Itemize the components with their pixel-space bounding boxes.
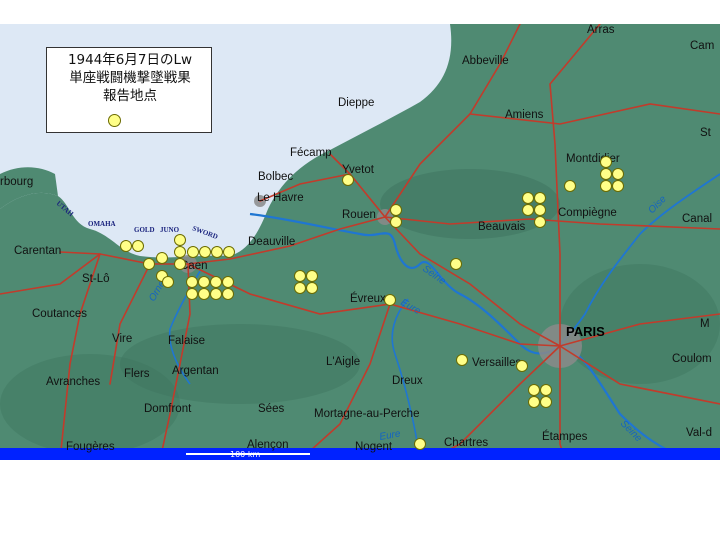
label-meaux: M xyxy=(700,318,710,330)
report-marker xyxy=(342,174,354,186)
report-marker xyxy=(222,288,234,300)
label-dreux: Dreux xyxy=(392,375,423,387)
label-evreux: Évreux xyxy=(350,292,386,305)
beach-juno: JUNO xyxy=(160,226,180,234)
report-marker xyxy=(187,246,199,258)
label-cam: Cam xyxy=(690,40,714,52)
report-marker xyxy=(516,360,528,372)
label-coulom: Coulom xyxy=(672,353,712,365)
label-versailles: Versailles xyxy=(472,357,521,369)
report-marker xyxy=(522,192,534,204)
report-marker xyxy=(174,258,186,270)
label-bolbec: Bolbec xyxy=(258,171,293,183)
report-marker xyxy=(612,180,624,192)
label-abbeville: Abbeville xyxy=(462,55,509,67)
beach-omaha: OMAHA xyxy=(88,220,116,228)
label-falaise: Falaise xyxy=(168,335,205,347)
report-marker xyxy=(211,246,223,258)
legend-title-line-1: 1944年6月7日のLw xyxy=(67,52,193,68)
label-flers: Flers xyxy=(124,368,150,380)
label-paris: PARIS xyxy=(566,324,605,339)
report-marker xyxy=(600,156,612,168)
report-marker xyxy=(132,240,144,252)
report-marker xyxy=(210,276,222,288)
label-beauvais: Beauvais xyxy=(478,221,526,233)
label-canal: Canal xyxy=(682,213,712,225)
report-marker xyxy=(294,270,306,282)
label-nogent: Nogent xyxy=(355,441,393,453)
report-marker xyxy=(186,276,198,288)
report-marker xyxy=(210,288,222,300)
label-vire: Vire xyxy=(112,333,132,345)
report-marker xyxy=(306,270,318,282)
report-marker xyxy=(534,216,546,228)
label-fecamp: Fécamp xyxy=(290,147,332,159)
label-val: Val-d xyxy=(686,427,712,439)
report-marker xyxy=(534,204,546,216)
report-marker xyxy=(120,240,132,252)
report-marker xyxy=(564,180,576,192)
report-marker xyxy=(294,282,306,294)
report-marker xyxy=(540,396,552,408)
label-rouen: Rouen xyxy=(342,209,376,221)
label-coutances: Coutances xyxy=(32,308,87,320)
label-amiens: Amiens xyxy=(505,109,544,121)
report-marker xyxy=(174,246,186,258)
report-marker xyxy=(223,246,235,258)
report-marker xyxy=(612,168,624,180)
report-marker xyxy=(450,258,462,270)
label-fougeres: Fougères xyxy=(66,441,115,453)
label-arras: Arras xyxy=(587,24,615,36)
label-domfront: Domfront xyxy=(144,403,192,415)
label-sees: Sées xyxy=(258,403,284,415)
relief-bray xyxy=(380,169,560,239)
report-marker xyxy=(522,204,534,216)
report-marker xyxy=(198,288,210,300)
report-marker xyxy=(384,294,396,306)
label-etampes: Étampes xyxy=(542,430,588,443)
report-marker xyxy=(540,384,552,396)
report-marker xyxy=(199,246,211,258)
report-marker xyxy=(390,204,402,216)
report-marker xyxy=(456,354,468,366)
report-marker xyxy=(198,276,210,288)
beach-gold: GOLD xyxy=(134,226,155,234)
report-marker xyxy=(600,168,612,180)
report-marker xyxy=(528,396,540,408)
label-avranches: Avranches xyxy=(46,376,100,388)
label-laigle: L'Aigle xyxy=(326,356,360,368)
label-alencon: Alençon xyxy=(247,439,289,451)
report-marker xyxy=(306,282,318,294)
label-carentan: Carentan xyxy=(14,245,61,257)
report-marker xyxy=(162,276,174,288)
label-st: St xyxy=(700,127,712,139)
scale-label: 100 km xyxy=(230,450,260,459)
label-cherbourg: rbourg xyxy=(0,176,33,188)
report-marker xyxy=(222,276,234,288)
legend-marker-symbol xyxy=(108,114,121,127)
label-argentan: Argentan xyxy=(172,365,219,377)
label-dieppe: Dieppe xyxy=(338,97,374,109)
label-compiegne: Compiègne xyxy=(558,207,617,219)
label-deauville: Deauville xyxy=(248,236,295,248)
report-marker xyxy=(414,438,426,450)
label-chartres: Chartres xyxy=(444,437,488,449)
report-marker xyxy=(156,252,168,264)
legend: 1944年6月7日のLw 単座戦闘機撃墜戦果 報告地点 xyxy=(46,47,212,133)
report-marker xyxy=(390,216,402,228)
report-marker xyxy=(534,192,546,204)
report-marker xyxy=(143,258,155,270)
label-le-havre: Le Havre xyxy=(257,192,304,204)
report-marker xyxy=(174,234,186,246)
label-mortagne: Mortagne-au-Perche xyxy=(314,408,419,420)
legend-title-line-3: 報告地点 xyxy=(103,88,157,104)
label-st-lo: St-Lô xyxy=(82,273,110,285)
report-marker xyxy=(600,180,612,192)
report-marker xyxy=(528,384,540,396)
report-marker xyxy=(186,288,198,300)
legend-title-line-2: 単座戦闘機撃墜戦果 xyxy=(69,70,191,86)
